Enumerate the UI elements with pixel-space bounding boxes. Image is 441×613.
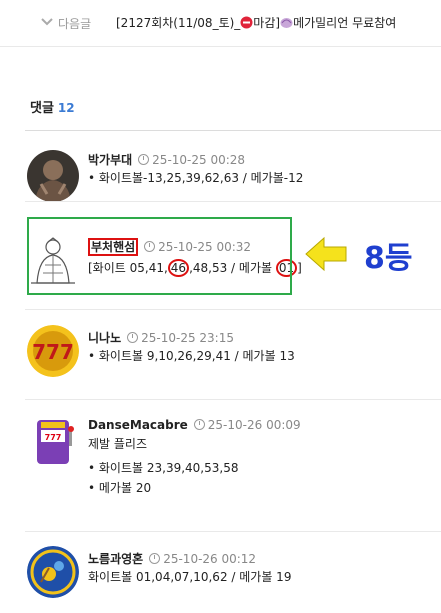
comment-text: 화이트볼 01,04,07,10,62 / 메가볼 19 (88, 570, 292, 584)
next-post-bar[interactable]: 다음글 [2127회차(11/08_토)_ 마감] 메가밀리언 무료참여 (0, 0, 441, 46)
comment-time: 25-10-25 23:15 (141, 331, 234, 345)
avatar[interactable] (27, 150, 79, 202)
avatar[interactable] (27, 546, 79, 598)
svg-text:777: 777 (32, 340, 74, 364)
comment-author[interactable]: 박가부대 25-10-25 00:28 (88, 151, 245, 168)
arrow-left-icon (305, 236, 347, 272)
shell-icon (280, 18, 293, 28)
next-post-title[interactable]: [2127회차(11/08_토)_ 마감] 메가밀리언 무료참여 (116, 14, 396, 31)
comment-time: 25-10-26 00:09 (207, 418, 301, 432)
divider (25, 309, 441, 310)
comment-author[interactable]: DanseMacabre 25-10-26 00:09 (88, 418, 301, 432)
divider (25, 399, 441, 400)
chevron-down-icon (41, 18, 53, 26)
comment-text: • 메가볼 20 (88, 481, 152, 495)
clock-icon (127, 332, 139, 343)
clock-icon (138, 154, 150, 165)
no-entry-icon (240, 16, 253, 29)
comment-author[interactable]: 노름과영혼 25-10-26 00:12 (88, 550, 256, 567)
comment-text: • 화이트볼 9,10,26,29,41 / 메가볼 13 (88, 349, 295, 363)
rank-label: 8등 (364, 241, 413, 276)
clock-icon (193, 419, 205, 430)
comment-count: 12 (57, 101, 75, 115)
comment-text: • 화이트볼-13,25,39,62,63 / 메가볼-12 (88, 171, 304, 185)
divider (25, 531, 441, 532)
clock-icon (149, 553, 161, 564)
avatar[interactable]: 777 (27, 325, 79, 377)
next-post-label: 다음글 (58, 17, 92, 31)
avatar[interactable]: 777 (27, 416, 79, 468)
svg-text:777: 777 (45, 433, 62, 442)
comments-heading: 댓글 12 (30, 101, 75, 116)
comments-header-line (25, 130, 441, 131)
comment-time: 25-10-25 00:28 (152, 153, 246, 167)
divider (0, 46, 441, 47)
comment-time: 25-10-26 00:12 (163, 552, 257, 566)
comment-text: • 화이트볼 23,39,40,53,58 (88, 461, 239, 475)
highlight-box (27, 217, 292, 295)
comment-text: 제발 플리즈 (88, 437, 148, 451)
comment-author[interactable]: 니나노 25-10-25 23:15 (88, 329, 234, 346)
divider (25, 201, 441, 202)
